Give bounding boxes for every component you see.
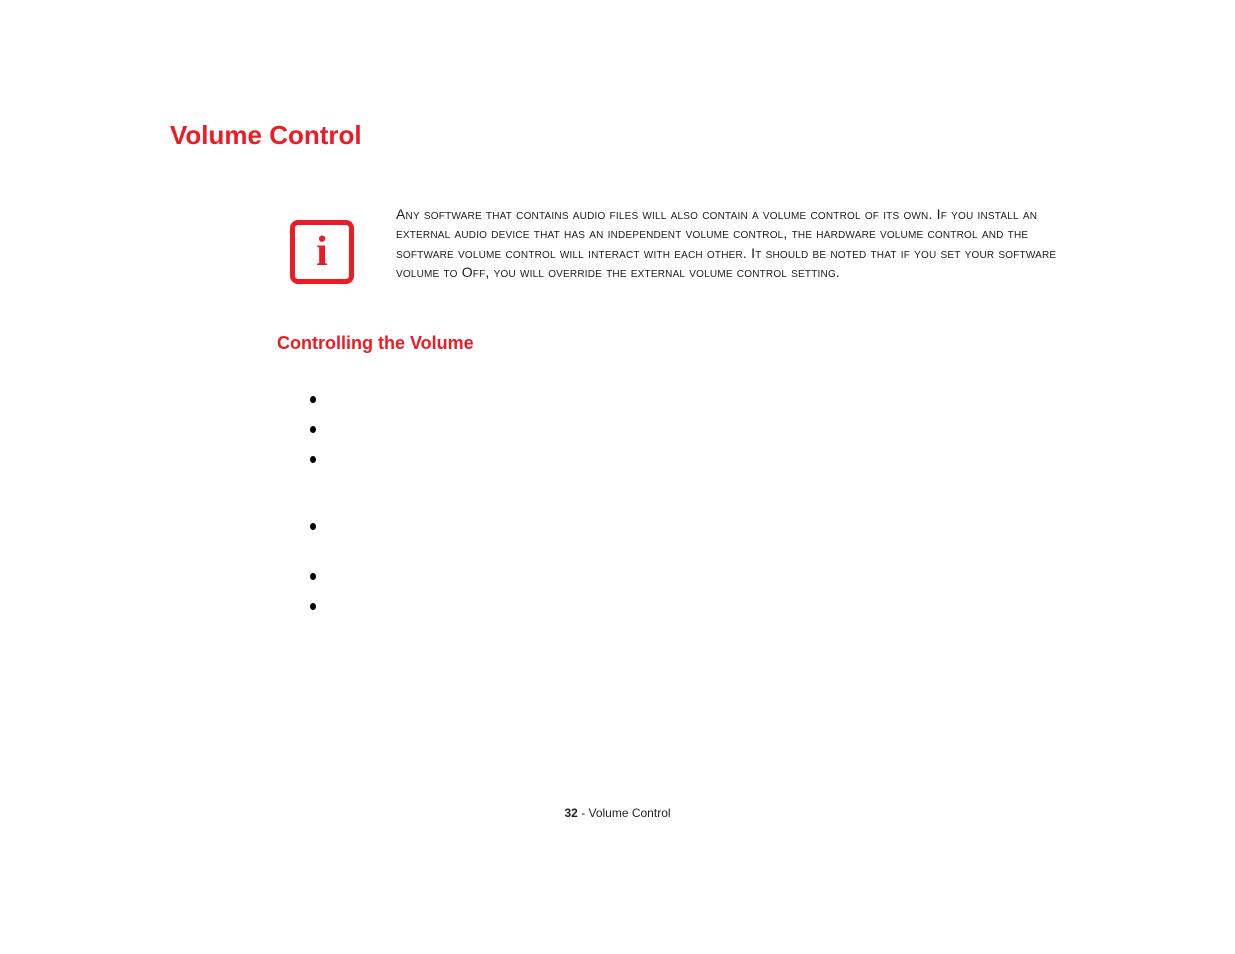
page-footer: 32 - Volume Control: [0, 806, 1235, 820]
bullet-list: [310, 390, 338, 607]
page-number: 32: [564, 806, 577, 820]
section-heading: Controlling the Volume: [277, 333, 474, 354]
info-note-text: Any software that contains audio files w…: [396, 205, 1066, 282]
info-icon: i: [290, 220, 354, 284]
list-item: [310, 390, 338, 400]
info-icon-glyph: i: [316, 231, 328, 273]
list-item: [310, 420, 338, 430]
list-item: [310, 567, 338, 577]
info-note: i Any software that contains audio files…: [290, 205, 1066, 284]
list-item: [310, 517, 338, 527]
footer-section: Volume Control: [588, 806, 670, 820]
footer-separator: -: [578, 806, 589, 820]
list-item: [310, 597, 338, 607]
page-title: Volume Control: [170, 120, 362, 151]
page: Volume Control i Any software that conta…: [0, 0, 1235, 954]
list-item: [310, 450, 338, 460]
